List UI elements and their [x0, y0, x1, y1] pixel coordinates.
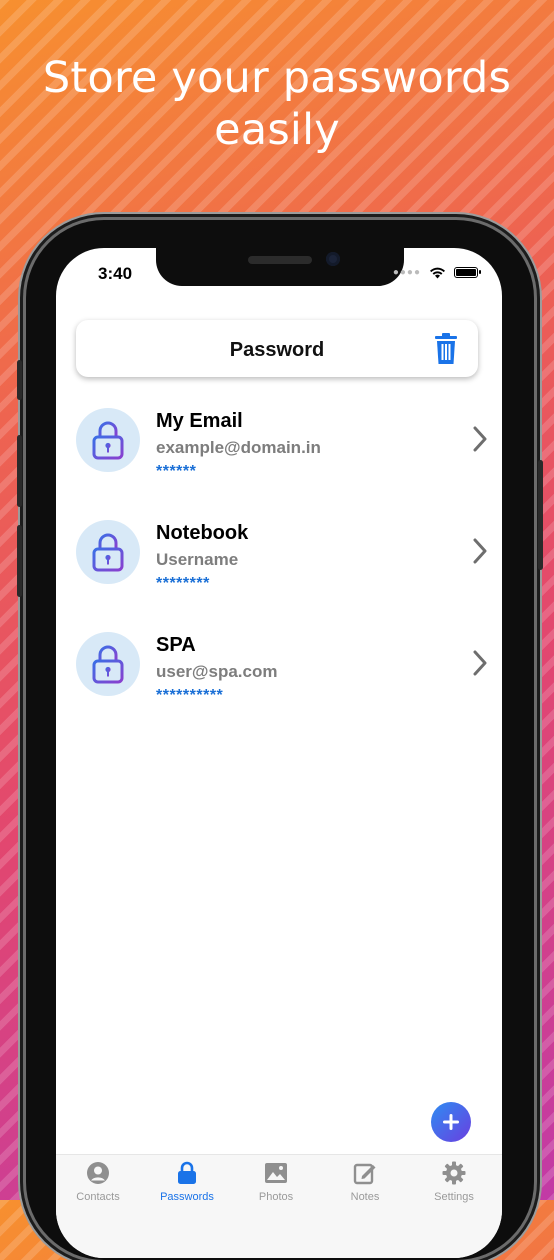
phone-frame: 3:40 ●●●● Password My Email example@doma… [17, 220, 543, 1260]
mute-switch [17, 360, 22, 400]
tab-label: Passwords [160, 1191, 214, 1203]
contact-icon [87, 1162, 109, 1184]
tab-notes[interactable]: Notes [325, 1161, 405, 1203]
tab-bar: Contacts Passwords Photos Notes Settings [56, 1154, 502, 1258]
chevron-right-icon [473, 426, 487, 452]
header-bar: Password [76, 320, 478, 377]
lock-avatar [76, 632, 140, 696]
entry-masked-password: ********** [156, 687, 224, 704]
tab-passwords[interactable]: Passwords [147, 1161, 227, 1203]
tab-label: Photos [258, 1191, 294, 1203]
entry-title: Notebook [156, 522, 249, 544]
tab-photos[interactable]: Photos [236, 1161, 316, 1203]
lock-icon [92, 421, 124, 460]
entry-masked-password: ******** [156, 575, 210, 592]
plus-icon [443, 1114, 459, 1130]
lock-avatar [76, 408, 140, 472]
status-time: 3:40 [98, 264, 133, 283]
tab-settings[interactable]: Settings [414, 1161, 494, 1203]
lock-icon [92, 533, 124, 572]
notch [156, 248, 404, 286]
headline-line-2: easily [214, 105, 340, 155]
note-icon [353, 1163, 376, 1185]
page-title: Password [229, 339, 325, 361]
entry-masked-password: ****** [156, 463, 197, 480]
speaker [248, 256, 312, 264]
battery-icon [454, 267, 481, 278]
list-item[interactable]: SPA user@spa.com ********** [56, 612, 502, 724]
entry-subtitle: Username [156, 550, 239, 569]
password-list: My Email example@domain.in ****** Notebo… [56, 388, 502, 724]
wifi-icon [430, 267, 445, 279]
volume-down-button [17, 525, 22, 597]
lock-icon [92, 645, 124, 684]
trash-icon[interactable] [434, 333, 458, 365]
tab-label: Settings [434, 1191, 474, 1203]
power-button [538, 460, 543, 570]
chevron-right-icon [473, 538, 487, 564]
chevron-right-icon [473, 650, 487, 676]
add-entry-button[interactable] [431, 1102, 471, 1142]
photo-icon [265, 1163, 287, 1183]
tab-contacts[interactable]: Contacts [58, 1161, 138, 1203]
signal-icon: ●●●● [392, 267, 421, 278]
gear-icon [442, 1161, 466, 1185]
entry-subtitle: user@spa.com [156, 662, 278, 681]
entry-title: SPA [156, 634, 196, 656]
tab-label: Notes [350, 1191, 380, 1203]
lock-icon [178, 1161, 196, 1184]
promo-headline: Store your passwords easily [0, 52, 554, 156]
entry-title: My Email [156, 410, 243, 432]
headline-line-1: Store your passwords [42, 53, 512, 103]
entry-subtitle: example@domain.in [156, 438, 321, 457]
status-icons: ●●●● [392, 266, 481, 279]
volume-up-button [17, 435, 22, 507]
app-screen: 3:40 ●●●● Password My Email example@doma… [56, 248, 502, 1258]
list-item[interactable]: Notebook Username ******** [56, 500, 502, 612]
front-camera [326, 252, 340, 266]
tab-label: Contacts [76, 1191, 120, 1203]
lock-avatar [76, 520, 140, 584]
list-item[interactable]: My Email example@domain.in ****** [56, 388, 502, 500]
